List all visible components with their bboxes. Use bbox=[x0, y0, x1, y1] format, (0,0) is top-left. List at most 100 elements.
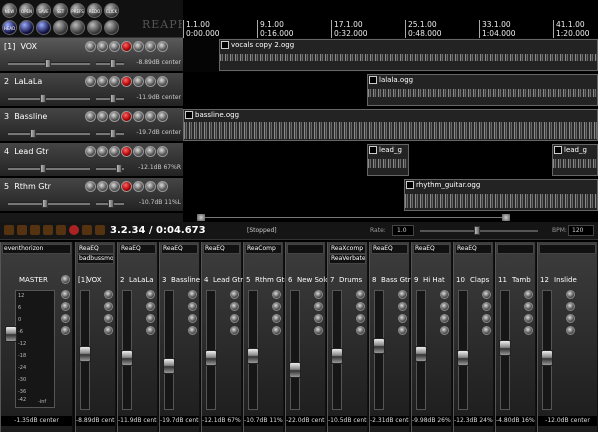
track-header-2[interactable]: 2 LaLaLa -11.9dB center bbox=[0, 73, 183, 107]
phase-button[interactable] bbox=[97, 111, 108, 122]
volume-slider-handle[interactable] bbox=[45, 59, 51, 68]
rate-field[interactable]: 1.0 bbox=[392, 225, 414, 236]
record-arm-button[interactable] bbox=[133, 76, 144, 87]
pan-knob[interactable] bbox=[398, 326, 407, 335]
record-arm-button[interactable] bbox=[133, 146, 144, 157]
media-item[interactable]: rhythm_guitar.ogg bbox=[404, 179, 598, 211]
mute-icon[interactable] bbox=[440, 290, 449, 299]
channel-strip-12[interactable]: 12 Inslide -12.0dB center bbox=[537, 242, 598, 432]
fx-slot[interactable] bbox=[539, 244, 596, 254]
channel-strip-4[interactable]: ReaEQ 4 Lead Gtr -12.1dB 67%R bbox=[201, 242, 243, 432]
fx-slot[interactable] bbox=[497, 244, 534, 254]
pan-slider-handle[interactable] bbox=[108, 199, 114, 208]
phase-button[interactable] bbox=[97, 181, 108, 192]
preferences-button[interactable]: PREFS bbox=[70, 3, 85, 18]
mute-icon[interactable] bbox=[482, 290, 491, 299]
scrollbar-handle[interactable] bbox=[197, 214, 205, 221]
media-item[interactable]: lead_g bbox=[367, 144, 409, 176]
fx-slot[interactable]: eventhorizon bbox=[2, 244, 71, 254]
volume-slider-handle[interactable] bbox=[42, 199, 48, 208]
solo-icon[interactable] bbox=[146, 302, 155, 311]
mute-icon[interactable] bbox=[61, 290, 70, 299]
channel-fader[interactable] bbox=[541, 350, 553, 366]
toolbar-button-b3[interactable] bbox=[36, 20, 51, 35]
repeat-button[interactable] bbox=[82, 225, 92, 235]
fx-slot[interactable]: ReaXcomp bbox=[329, 244, 366, 254]
channel-strip-6[interactable]: 6 New Solo -22.0dB center bbox=[285, 242, 329, 432]
fx-icon[interactable] bbox=[272, 314, 281, 323]
track-name[interactable]: VOX bbox=[20, 42, 37, 51]
new-project-button[interactable]: NEW bbox=[2, 3, 17, 18]
channel-fader[interactable] bbox=[373, 338, 385, 354]
solo-icon[interactable] bbox=[104, 302, 113, 311]
channel-strip-10[interactable]: ReaEQ 10 Claps -12.3dB 24%R bbox=[453, 242, 494, 432]
channel-fader[interactable] bbox=[415, 346, 427, 362]
go-to-start-button[interactable] bbox=[4, 225, 14, 235]
mute-icon[interactable] bbox=[524, 290, 533, 299]
track-lane-4[interactable]: lead_g lead_g bbox=[183, 143, 598, 177]
pan-knob[interactable] bbox=[524, 326, 533, 335]
pan-knob[interactable] bbox=[440, 326, 449, 335]
volume-slider-handle[interactable] bbox=[40, 94, 46, 103]
fx-slot[interactable]: ReaComp bbox=[245, 244, 282, 254]
media-item[interactable]: vocals copy 2.ogg bbox=[219, 39, 598, 71]
channel-fader[interactable] bbox=[247, 348, 259, 364]
route-button[interactable] bbox=[85, 41, 96, 52]
pan-knob[interactable] bbox=[61, 326, 70, 335]
route-button[interactable] bbox=[85, 111, 96, 122]
fx-button[interactable] bbox=[121, 111, 132, 122]
toolbar-button-b1[interactable]: HEAD bbox=[2, 20, 17, 35]
solo-icon[interactable] bbox=[61, 302, 70, 311]
record-arm-button[interactable] bbox=[133, 41, 144, 52]
stop-button[interactable] bbox=[43, 225, 53, 235]
io-button[interactable] bbox=[157, 146, 168, 157]
bpm-field[interactable]: 120 bbox=[568, 225, 594, 236]
phase-button[interactable] bbox=[97, 41, 108, 52]
volume-slider[interactable] bbox=[8, 202, 90, 205]
track-name[interactable]: Lead Gtr bbox=[14, 147, 48, 156]
fx-icon[interactable] bbox=[104, 314, 113, 323]
fx-button[interactable] bbox=[121, 146, 132, 157]
pan-knob[interactable] bbox=[272, 326, 281, 335]
channel-strip-7[interactable]: ReaXcomp ReaVerbate 7 Drums -10.5dB cente… bbox=[327, 242, 368, 432]
fx-icon[interactable] bbox=[61, 314, 70, 323]
fx-icon[interactable] bbox=[356, 314, 365, 323]
fx-icon[interactable] bbox=[482, 314, 491, 323]
channel-strip-1[interactable]: ReaEQ badbussmojo [1]VOX -8.89dB center bbox=[75, 242, 116, 432]
rate-slider-handle[interactable] bbox=[474, 226, 480, 235]
media-item[interactable]: lalala.ogg bbox=[367, 74, 598, 106]
pan-knob[interactable] bbox=[482, 326, 491, 335]
pan-knob[interactable] bbox=[566, 326, 575, 335]
volume-slider[interactable] bbox=[8, 167, 90, 170]
media-item[interactable]: lead_g bbox=[552, 144, 598, 176]
mute-icon[interactable] bbox=[104, 290, 113, 299]
channel-strip-5[interactable]: ReaComp 5 Rthm Gtr -10.7dB 11%L bbox=[243, 242, 287, 432]
mute-icon[interactable] bbox=[188, 290, 197, 299]
pan-slider-handle[interactable] bbox=[110, 59, 116, 68]
track-lane-5[interactable]: rhythm_guitar.ogg bbox=[183, 178, 598, 212]
volume-slider[interactable] bbox=[8, 97, 90, 100]
solo-button[interactable] bbox=[145, 146, 156, 157]
metronome-button[interactable]: CLICK bbox=[104, 3, 119, 18]
io-button[interactable] bbox=[157, 76, 168, 87]
pause-button[interactable] bbox=[30, 225, 40, 235]
solo-icon[interactable] bbox=[314, 302, 323, 311]
mute-icon[interactable] bbox=[230, 290, 239, 299]
route-button[interactable] bbox=[85, 181, 96, 192]
fx-button[interactable] bbox=[121, 41, 132, 52]
pan-slider-handle[interactable] bbox=[110, 94, 116, 103]
save-project-button[interactable]: SAVE bbox=[36, 3, 51, 18]
fx-icon[interactable] bbox=[566, 314, 575, 323]
scrollbar-handle-end[interactable] bbox=[502, 214, 510, 221]
fx-slot[interactable] bbox=[287, 244, 324, 254]
fx-icon[interactable] bbox=[398, 314, 407, 323]
fx-slot[interactable]: ReaEQ bbox=[413, 244, 450, 254]
channel-fader[interactable] bbox=[79, 346, 91, 362]
fx-slot[interactable]: badbussmojo bbox=[77, 254, 114, 264]
project-settings-button[interactable]: SET bbox=[53, 3, 68, 18]
redo-button[interactable]: REDO bbox=[87, 3, 102, 18]
track-list-empty-area[interactable] bbox=[0, 213, 183, 222]
solo-icon[interactable] bbox=[566, 302, 575, 311]
channel-fader[interactable] bbox=[121, 350, 133, 366]
media-item[interactable]: bassline.ogg bbox=[183, 109, 598, 141]
